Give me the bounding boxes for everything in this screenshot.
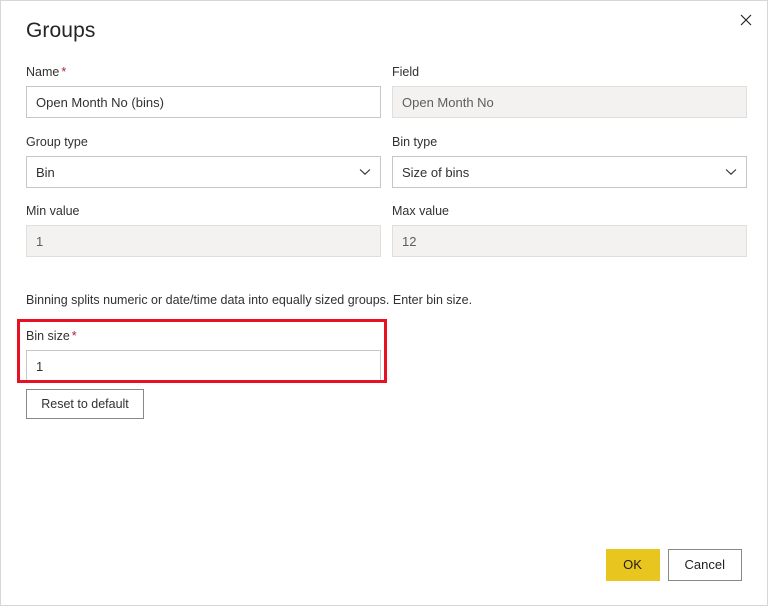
field-field-block: Field: [392, 64, 747, 118]
max-value-label: Max value: [392, 203, 747, 220]
close-icon: [740, 14, 752, 26]
required-asterisk: *: [70, 329, 77, 343]
min-value-block: Min value: [26, 203, 381, 257]
group-type-dropdown[interactable]: [26, 156, 381, 188]
name-label: Name*: [26, 64, 381, 81]
groups-dialog: Groups Name* Field Group type B: [0, 0, 768, 606]
bin-type-label: Bin type: [392, 134, 747, 151]
bin-type-dropdown[interactable]: [392, 156, 747, 188]
reset-to-default-button[interactable]: Reset to default: [26, 389, 144, 419]
group-type-block: Group type: [26, 134, 381, 188]
bin-type-value[interactable]: [392, 156, 747, 188]
min-value-label: Min value: [26, 203, 381, 220]
field-input: [392, 86, 747, 118]
bin-type-block: Bin type: [392, 134, 747, 188]
cancel-button[interactable]: Cancel: [668, 549, 742, 581]
bin-size-label: Bin size*: [26, 328, 381, 345]
bin-size-input[interactable]: [26, 350, 381, 382]
bin-size-block: Bin size*: [26, 328, 381, 382]
group-type-label: Group type: [26, 134, 381, 151]
binning-description: Binning splits numeric or date/time data…: [26, 291, 726, 309]
max-value-input: [392, 225, 747, 257]
name-input[interactable]: [26, 86, 381, 118]
max-value-block: Max value: [392, 203, 747, 257]
page-title: Groups: [26, 17, 95, 45]
field-label: Field: [392, 64, 747, 81]
close-button[interactable]: [727, 3, 765, 37]
name-field-block: Name*: [26, 64, 381, 118]
ok-button[interactable]: OK: [606, 549, 660, 581]
dialog-footer: OK Cancel: [606, 549, 742, 581]
min-value-input: [26, 225, 381, 257]
group-type-value[interactable]: [26, 156, 381, 188]
required-asterisk: *: [59, 65, 66, 79]
